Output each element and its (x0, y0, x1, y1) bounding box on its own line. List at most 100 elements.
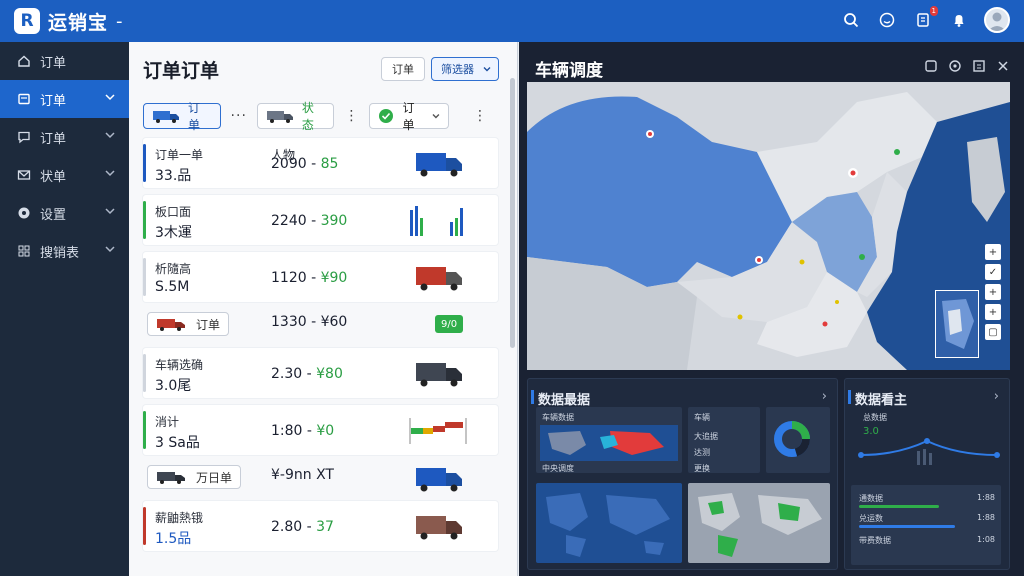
row-accent (143, 201, 146, 239)
order-list: 订单一单 33.品 人物 2090 - 85 板口面 3木運 2240 - 39… (143, 138, 498, 558)
truck-icon (416, 516, 462, 540)
more-vertical-icon[interactable]: ⋮ (473, 108, 488, 124)
order-price: 2.80 - 37 (271, 519, 334, 535)
progress-bar (859, 505, 939, 508)
row-accent (143, 258, 146, 296)
row-accent (143, 507, 146, 545)
order-quantity: 33.品 (155, 168, 192, 184)
list-item[interactable]: 订单一单 33.品 人物 2090 - 85 (143, 138, 498, 188)
list-group-header[interactable]: 万日单 ¥-9nn XT (143, 462, 498, 494)
world-map-thumb (540, 425, 678, 461)
truck-icon (156, 317, 186, 331)
stat-label: 总数据 (863, 413, 887, 422)
row-accent (143, 354, 146, 392)
list-item[interactable]: 车辆选确 3.0尾 2.30 - ¥80 (143, 348, 498, 398)
settings-icon[interactable] (948, 59, 962, 73)
tab-label: 订单 (402, 101, 415, 132)
list-group-header[interactable]: 订单 1330 - ¥60 9/0 (143, 309, 498, 341)
truck-icon (156, 470, 186, 484)
zoom-in-button[interactable]: + (985, 244, 1001, 260)
puzzle-icon[interactable] (924, 59, 938, 73)
order-price: 2090 - 85 (271, 156, 339, 172)
world-map-blue[interactable] (536, 483, 682, 563)
minimap[interactable] (935, 290, 979, 358)
stat-value: 3.0 (863, 426, 879, 437)
stat-item-label: 兑运数 (859, 514, 883, 523)
data-card-right: 数据看主 › 总数据 3.0 通数据 1:88 兑运数 1:88 带费数据 1:… (844, 378, 1010, 570)
sidebar-item-settings[interactable]: 设置 (0, 194, 129, 232)
mini-panel-vehicle-data[interactable]: 车辆数据 中央调度 (536, 407, 682, 473)
tab-status[interactable]: 状态 (256, 101, 335, 132)
sidebar-item-messages[interactable]: 订单 (0, 118, 129, 156)
order-quantity: S.5M (155, 279, 190, 295)
stat-item-label: 带费数据 (859, 536, 891, 545)
more-icon[interactable]: ··· (231, 108, 247, 124)
group-chip[interactable]: 订单 (147, 312, 230, 336)
mini-label: 达测 (694, 448, 710, 457)
order-price: ¥-9nn XT (271, 467, 334, 483)
dispatch-map[interactable]: + ✓ + + ▢ (527, 82, 1010, 370)
fullscreen-button[interactable]: ▢ (985, 324, 1001, 340)
list-item[interactable]: 板口面 3木運 2240 - 390 (143, 195, 498, 245)
more-vertical-icon[interactable]: ⋮ (344, 108, 359, 124)
chevron-down-icon (483, 67, 491, 72)
close-icon[interactable] (996, 59, 1010, 73)
chevron-down-icon (105, 94, 115, 101)
mini-panel-donut[interactable] (766, 407, 830, 473)
flag-chart-icon (409, 418, 467, 444)
task-icon[interactable]: 1 (912, 6, 938, 31)
order-price: 1:80 - ¥0 (271, 423, 335, 439)
layers-button[interactable]: ✓ (985, 264, 1001, 280)
chevron-down-icon (105, 132, 115, 139)
sidebar-item-reports[interactable]: 搜销表 (0, 232, 129, 270)
dispatch-panel: 车辆调度 + ✓ + + ▢ 数据最据 › 车辆数据 中央调度 车辆 大追据 达… (519, 42, 1024, 576)
line-sparkline (858, 438, 1000, 465)
smile-icon[interactable] (876, 9, 898, 31)
list-item[interactable]: 析隨高 S.5M 1120 - ¥90 (143, 252, 498, 302)
mail-icon (16, 167, 32, 183)
filter-label: 筛选器 (441, 63, 474, 76)
tab-orders-confirmed[interactable]: 订单 (369, 101, 449, 132)
avatar[interactable] (984, 7, 1010, 33)
order-name: 薪鼬熱锇 (155, 511, 204, 525)
order-button[interactable]: 订单 (381, 57, 425, 81)
group-chip[interactable]: 万日单 (147, 465, 242, 489)
settings-icon (16, 205, 32, 221)
export-icon[interactable] (972, 59, 986, 73)
donut-chart (774, 421, 811, 457)
list-item[interactable]: 薪鼬熱锇 1.5品 2.80 - 37 (143, 501, 498, 551)
sidebar-item-label: 搜销表 (40, 245, 80, 261)
order-name: 板口面 (155, 205, 192, 219)
list-item[interactable]: 消计 3 Sa品 1:80 - ¥0 (143, 405, 498, 455)
sidebar-item-orders[interactable]: 订单 (0, 80, 129, 118)
chat-icon (16, 129, 32, 145)
filter-dropdown[interactable]: 筛选器 (431, 57, 499, 81)
row-accent (143, 144, 146, 182)
card-title: 数据最据 (530, 389, 590, 408)
order-quantity: 1.5品 (155, 531, 192, 547)
sidebar-item-label: 设置 (40, 207, 67, 223)
stat-list: 通数据 1:88 兑运数 1:88 带费数据 1:08 (851, 485, 1001, 565)
mini-panel-vehicles[interactable]: 车辆 大追据 达测 更换 (688, 407, 760, 473)
sidebar-item-label: 订单 (40, 131, 67, 147)
zoom-out-button[interactable]: + (985, 284, 1001, 300)
search-icon[interactable] (840, 9, 862, 31)
scrollbar[interactable] (510, 78, 515, 348)
tab-label: 订单 (188, 101, 201, 132)
app-logo[interactable]: R 运销宝 - (14, 8, 123, 35)
chevron-right-icon[interactable]: › (994, 389, 999, 404)
row-accent (143, 411, 146, 449)
locate-button[interactable]: + (985, 304, 1001, 320)
page-title: 订单订单 (143, 59, 220, 82)
chevron-down-icon (105, 208, 115, 215)
sidebar-item-home[interactable]: 订单 (0, 42, 129, 80)
sidebar-item-status[interactable]: 状单 (0, 156, 129, 194)
chevron-right-icon[interactable]: › (822, 389, 827, 404)
tab-orders[interactable]: 订单 (143, 101, 221, 132)
sidebar-item-label: 订单 (40, 55, 67, 71)
mini-label: 车辆数据 (542, 413, 574, 422)
world-map-gray[interactable] (688, 483, 830, 563)
chevron-down-icon (432, 114, 440, 119)
bell-icon[interactable] (948, 9, 970, 31)
card-title: 数据看主 (847, 389, 907, 408)
